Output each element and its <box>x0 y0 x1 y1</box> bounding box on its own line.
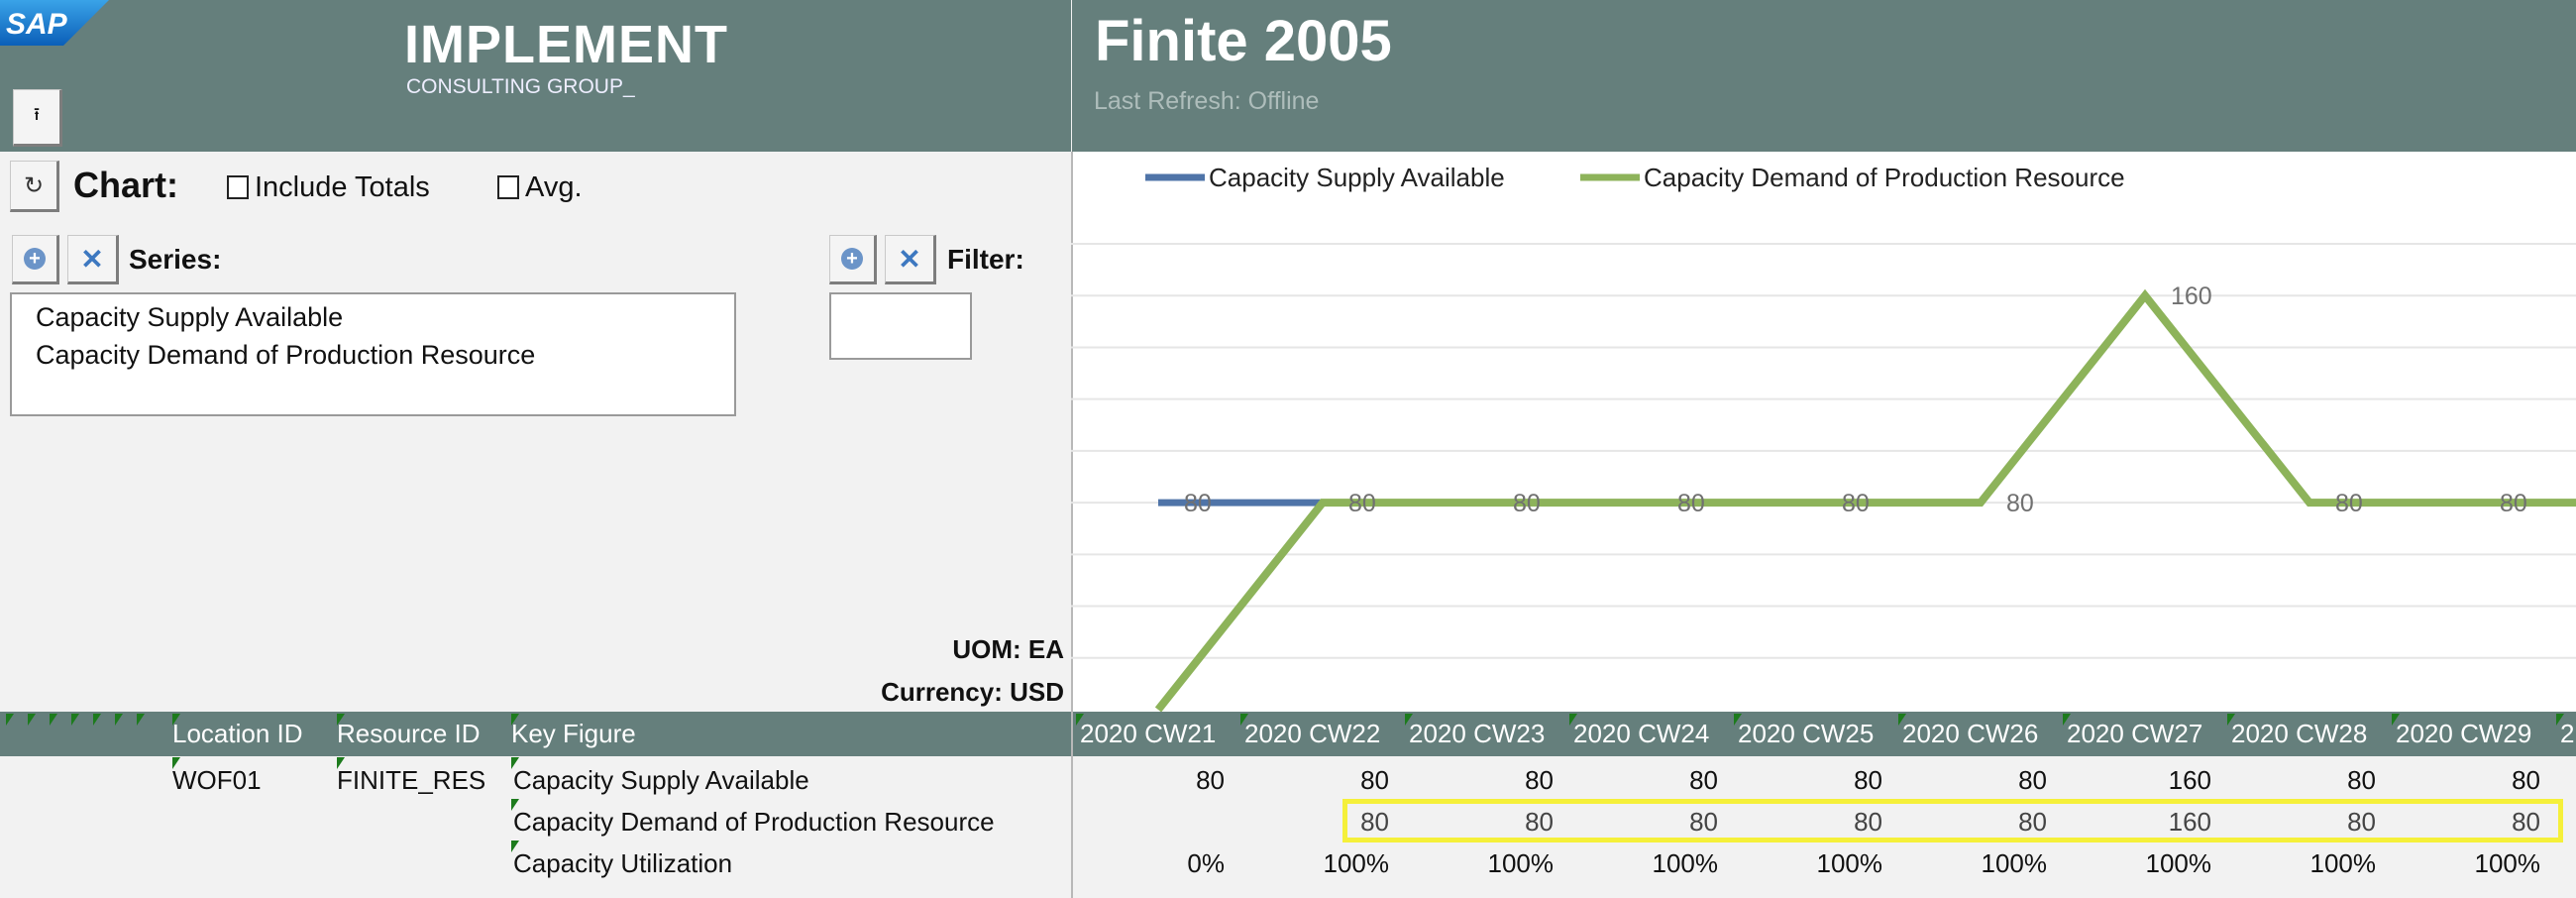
data-label: 80 <box>1677 490 1705 517</box>
collapse-button[interactable]: ⭱ <box>13 89 62 147</box>
chart-area: Capacity Supply Available Capacity Demand… <box>1071 152 2576 712</box>
data-label: 80 <box>1348 490 1376 517</box>
cell-key-figure[interactable]: Capacity Demand of Production Resource <box>513 801 995 842</box>
cell-resource[interactable]: FINITE_RES <box>337 759 485 801</box>
cell-indicator <box>6 714 14 726</box>
sap-logo: SAP <box>0 0 109 46</box>
header-week[interactable]: 2020 CW21 <box>1080 712 1238 756</box>
svg-text:SAP: SAP <box>6 8 68 41</box>
header-week[interactable]: 2020 CW22 <box>1244 712 1403 756</box>
cell-value[interactable]: 80 <box>1405 759 1554 801</box>
cell-indicator <box>28 714 36 726</box>
series-item[interactable]: Capacity Supply Available <box>36 302 343 333</box>
cell-value[interactable]: 80 <box>1898 759 2047 801</box>
data-label: 80 <box>1184 490 1212 517</box>
cell-value[interactable]: 100% <box>2063 842 2212 884</box>
close-icon: ✕ <box>898 243 921 275</box>
data-label: 80 <box>1842 490 1870 517</box>
cell-value[interactable]: 100% <box>1240 842 1390 884</box>
cell-key-figure[interactable]: Capacity Supply Available <box>513 759 809 801</box>
close-icon: ✕ <box>80 243 104 275</box>
capacity-line-chart: Capacity Supply Available Capacity Demand… <box>1071 163 2576 712</box>
header-key-figure[interactable]: Key Figure <box>511 712 636 756</box>
add-icon: + <box>841 248 863 270</box>
header-week[interactable]: 2020 CW29 <box>2396 712 2554 756</box>
uom-label: UOM: EA <box>952 634 1064 664</box>
grid-divider <box>1071 712 1073 898</box>
cell-indicator <box>137 714 145 726</box>
include-totals-box[interactable] <box>227 175 249 200</box>
header-location-id[interactable]: Location ID <box>172 712 303 756</box>
header-week[interactable]: 2020 CW27 <box>2067 712 2225 756</box>
cell-value[interactable]: 80 <box>1734 759 1882 801</box>
selection-highlight <box>1342 799 2563 842</box>
cell-value[interactable]: 80 <box>1240 759 1389 801</box>
series-item[interactable]: Capacity Demand of Production Resource <box>36 340 535 371</box>
data-label: 80 <box>1513 490 1541 517</box>
header-week[interactable]: 2020 CW25 <box>1738 712 1896 756</box>
legend-label: Capacity Demand of Production Resource <box>1644 163 2125 192</box>
include-totals-checkbox[interactable]: Include Totals <box>227 170 430 204</box>
currency-label: Currency: USD <box>881 677 1064 707</box>
page-title: Finite 2005 <box>1095 9 1392 73</box>
cell-value[interactable]: 100% <box>1898 842 2048 884</box>
legend-label: Capacity Supply Available <box>1209 163 1505 192</box>
add-filter-button[interactable]: + <box>829 235 877 284</box>
avg-checkbox[interactable]: Avg. <box>497 170 583 204</box>
data-label: 160 <box>2171 282 2212 310</box>
cell-value[interactable]: 80 <box>1569 759 1718 801</box>
cell-indicator <box>115 714 123 726</box>
cell-value[interactable]: 100% <box>2227 842 2377 884</box>
add-series-button[interactable]: + <box>12 235 59 284</box>
cell-value[interactable]: 0% <box>1076 842 1225 884</box>
remove-filter-button[interactable]: ✕ <box>885 235 936 284</box>
refresh-chart-button[interactable]: ↻ <box>10 161 59 212</box>
brand-title: IMPLEMENT <box>404 15 728 74</box>
cell-value[interactable]: 100% <box>1569 842 1719 884</box>
last-refresh: Last Refresh: Offline <box>1094 87 1320 115</box>
header-week[interactable]: 2020 CW23 <box>1409 712 1567 756</box>
cell-indicator <box>50 714 57 726</box>
filter-label: Filter: <box>947 244 1024 275</box>
refresh-icon: ↻ <box>23 171 45 199</box>
data-label: 80 <box>2500 490 2527 517</box>
header-week[interactable]: 2020 CW24 <box>1573 712 1732 756</box>
avg-label: Avg. <box>525 170 583 203</box>
cell-value[interactable] <box>1076 801 1225 842</box>
data-label: 80 <box>2006 490 2034 517</box>
collapse-up-icon: ⭱ <box>33 104 41 124</box>
data-label: 80 <box>2335 490 2363 517</box>
cell-value[interactable]: 80 <box>2227 759 2376 801</box>
header-week[interactable]: 2020 CW26 <box>1902 712 2061 756</box>
add-icon: + <box>24 248 46 270</box>
cell-indicator <box>93 714 101 726</box>
brand-subtitle: CONSULTING GROUP_ <box>406 75 635 98</box>
cell-indicator <box>71 714 79 726</box>
filter-listbox[interactable] <box>829 292 972 360</box>
header-week[interactable]: 2020 CW28 <box>2231 712 2390 756</box>
cell-key-figure[interactable]: Capacity Utilization <box>513 842 732 884</box>
include-totals-label: Include Totals <box>255 170 430 203</box>
header-week-partial[interactable]: 2 <box>2560 712 2574 756</box>
series-label: Series: <box>129 244 222 275</box>
series-listbox[interactable]: Capacity Supply Available Capacity Deman… <box>10 292 736 416</box>
cell-value[interactable]: 100% <box>1734 842 1883 884</box>
cell-location[interactable]: WOF01 <box>172 759 262 801</box>
cell-value[interactable]: 80 <box>2392 759 2540 801</box>
cell-value[interactable]: 100% <box>2392 842 2541 884</box>
cell-value[interactable]: 160 <box>2063 759 2211 801</box>
remove-series-button[interactable]: ✕ <box>67 235 119 284</box>
chart-label: Chart: <box>73 165 178 205</box>
cell-value[interactable]: 100% <box>1405 842 1555 884</box>
cell-value[interactable]: 80 <box>1076 759 1225 801</box>
avg-box[interactable] <box>497 175 519 200</box>
header-resource-id[interactable]: Resource ID <box>337 712 481 756</box>
